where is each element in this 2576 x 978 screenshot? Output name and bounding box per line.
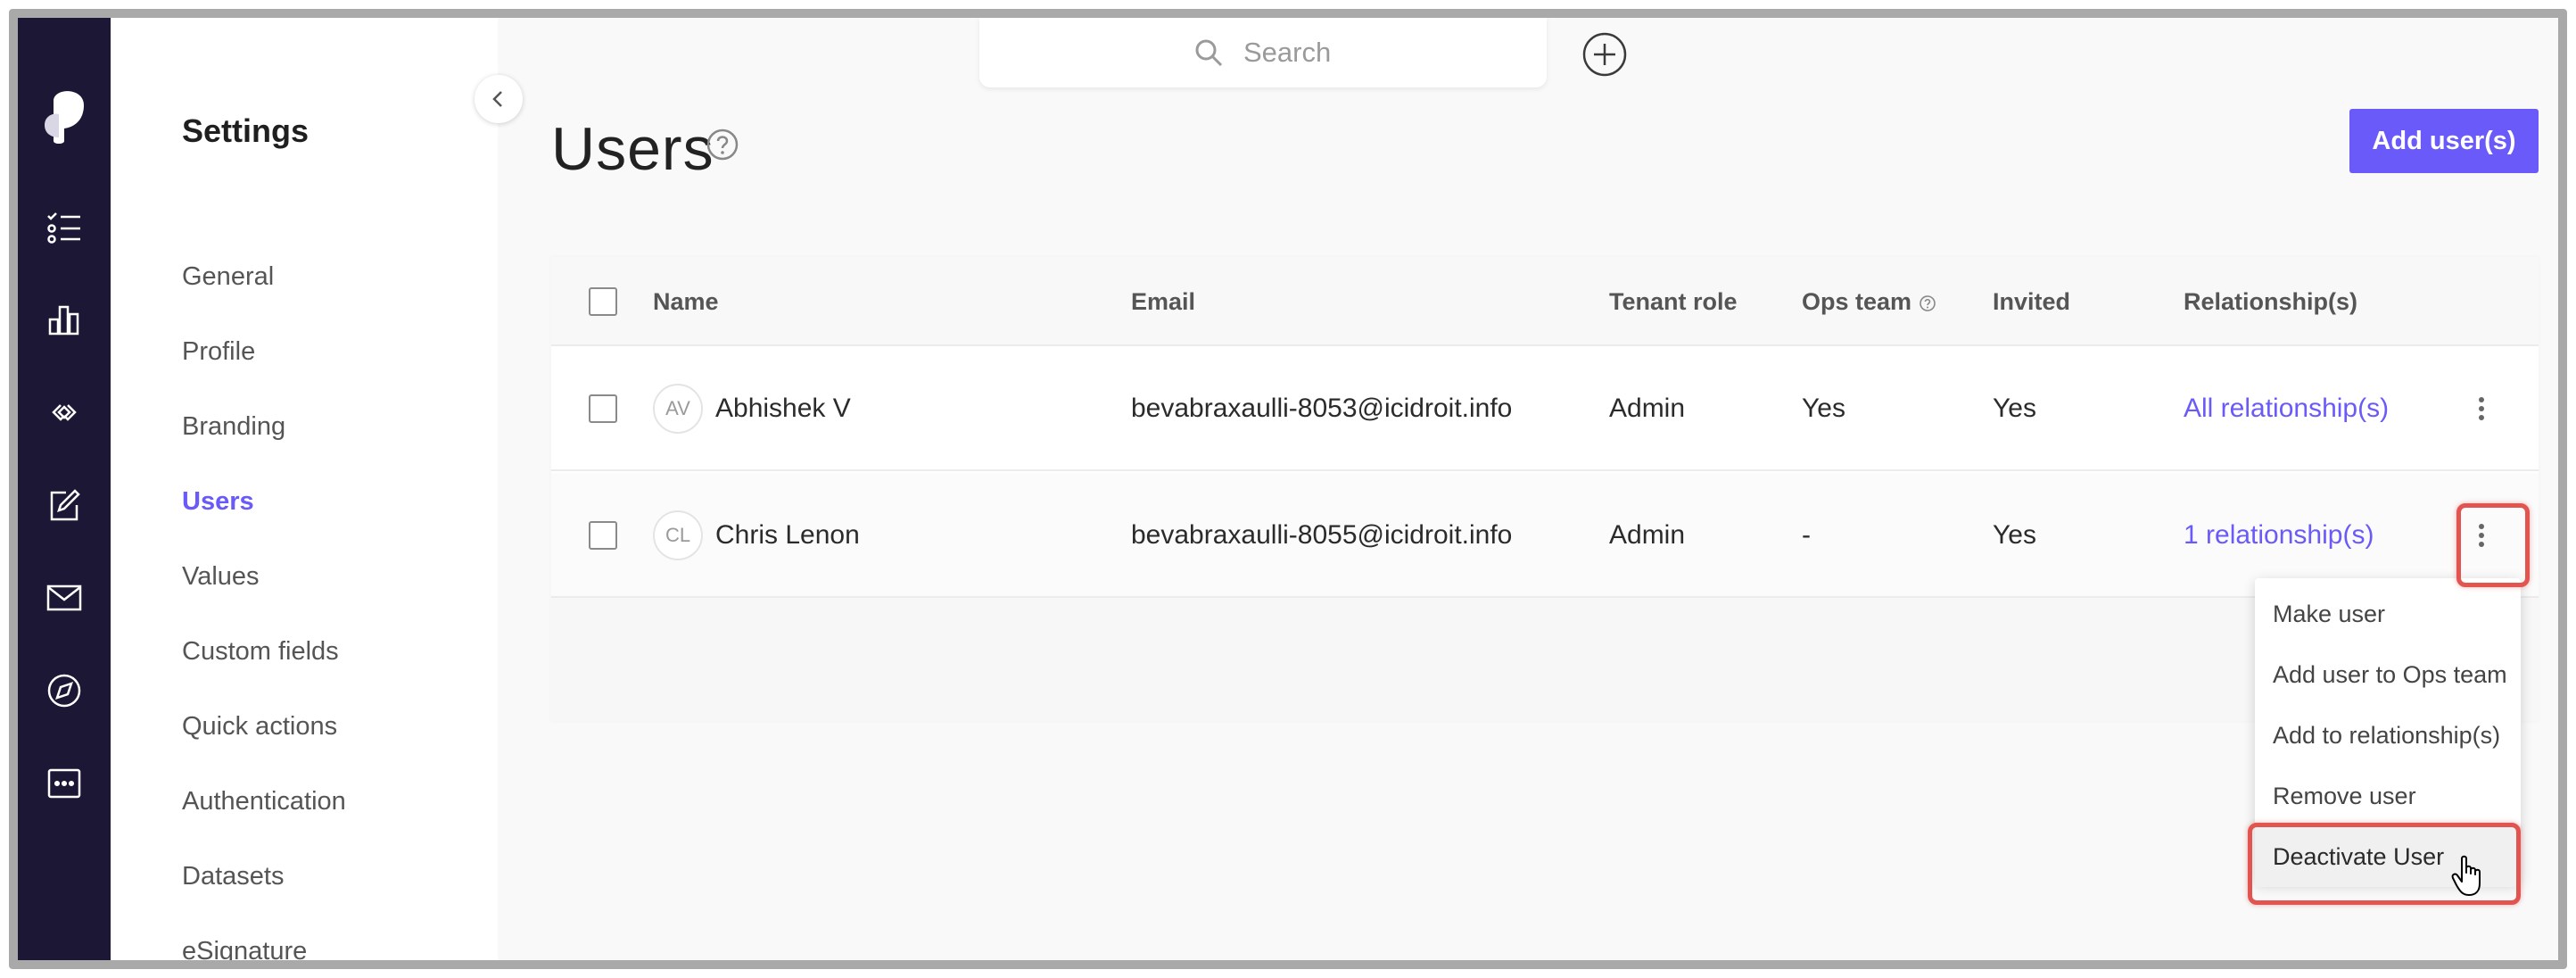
search-icon <box>1195 39 1223 67</box>
chevron-left-icon <box>492 91 502 107</box>
settings-item-users[interactable]: Users <box>182 464 346 539</box>
settings-sidebar: Settings General Profile Branding Users … <box>111 18 498 960</box>
hand-cursor-icon <box>2451 855 2481 896</box>
more-vertical-icon[interactable] <box>2464 391 2499 427</box>
column-header-ops-team-label: Ops team <box>1802 288 1912 315</box>
page-title: Users <box>551 115 714 183</box>
settings-item-datasets[interactable]: Datasets <box>182 839 346 914</box>
help-icon[interactable] <box>1919 294 1936 312</box>
column-header-tenant-role[interactable]: Tenant role <box>1609 257 1738 346</box>
column-header-name[interactable]: Name <box>653 257 719 346</box>
settings-item-esignature[interactable]: eSignature <box>182 914 346 960</box>
table-header: Name Email Tenant role Ops team Invited … <box>551 257 2539 346</box>
user-ops-team: Yes <box>1802 394 1845 423</box>
settings-item-profile[interactable]: Profile <box>182 314 346 389</box>
menu-item-add-to-relationships[interactable]: Add to relationship(s) <box>2255 705 2521 766</box>
row-checkbox[interactable] <box>589 521 617 550</box>
user-relationships-link[interactable]: All relationship(s) <box>2184 346 2389 471</box>
checklist-icon[interactable] <box>45 207 84 246</box>
add-users-button[interactable]: Add user(s) <box>2349 109 2539 173</box>
column-header-email[interactable]: Email <box>1131 257 1195 346</box>
avatar: AV <box>653 384 703 434</box>
app-window: Settings General Profile Branding Users … <box>18 18 2558 960</box>
search-placeholder: Search <box>1243 37 1332 68</box>
settings-item-values[interactable]: Values <box>182 539 346 614</box>
row-checkbox[interactable] <box>589 394 617 423</box>
user-email: bevabraxaulli-8053@icidroit.info <box>1131 394 1513 423</box>
logo-icon[interactable] <box>37 86 91 148</box>
user-ops-team: - <box>1802 520 1811 550</box>
settings-item-authentication[interactable]: Authentication <box>182 764 346 839</box>
add-circle-icon[interactable] <box>1581 30 1629 79</box>
mail-icon[interactable] <box>45 578 84 617</box>
settings-item-custom-fields[interactable]: Custom fields <box>182 614 346 689</box>
menu-item-add-to-ops-team[interactable]: Add user to Ops team <box>2255 644 2521 705</box>
user-tenant-role: Admin <box>1609 520 1686 550</box>
settings-item-branding[interactable]: Branding <box>182 389 346 464</box>
menu-item-remove-user[interactable]: Remove user <box>2255 766 2521 826</box>
table-row: AV Abhishek V bevabraxaulli-8053@icidroi… <box>551 346 2539 471</box>
help-icon[interactable] <box>705 127 740 162</box>
menu-item-make-user[interactable]: Make user <box>2255 584 2521 644</box>
screenshot-frame: Settings General Profile Branding Users … <box>9 9 2567 969</box>
user-invited: Yes <box>1993 394 2036 423</box>
table-row: CL Chris Lenon bevabraxaulli-8055@icidro… <box>551 473 2539 598</box>
column-header-ops-team[interactable]: Ops team <box>1802 257 1936 346</box>
user-name: Abhishek V <box>715 394 851 423</box>
collapse-sidebar-button[interactable] <box>475 75 523 123</box>
user-tenant-role: Admin <box>1609 394 1686 423</box>
more-icon[interactable] <box>45 764 84 803</box>
settings-menu: General Profile Branding Users Values Cu… <box>182 239 346 960</box>
avatar: CL <box>653 510 703 560</box>
users-table: Name Email Tenant role Ops team Invited … <box>551 257 2539 721</box>
app-nav-rail <box>18 18 111 960</box>
select-all-checkbox[interactable] <box>589 287 617 316</box>
search-bar[interactable]: Search <box>979 18 1547 87</box>
bar-chart-icon[interactable] <box>45 300 84 339</box>
column-header-invited[interactable]: Invited <box>1993 257 2070 346</box>
user-invited: Yes <box>1993 520 2036 550</box>
settings-item-quick-actions[interactable]: Quick actions <box>182 689 346 764</box>
highlight-box <box>2456 503 2530 587</box>
settings-item-general[interactable]: General <box>182 239 346 314</box>
compass-icon[interactable] <box>45 671 84 710</box>
edit-icon[interactable] <box>45 485 84 525</box>
column-header-relationships[interactable]: Relationship(s) <box>2184 257 2357 346</box>
user-name: Chris Lenon <box>715 520 860 550</box>
user-email: bevabraxaulli-8055@icidroit.info <box>1131 520 1513 550</box>
link-icon[interactable] <box>45 393 84 432</box>
table-empty-area <box>551 598 2539 721</box>
settings-title: Settings <box>182 112 310 149</box>
